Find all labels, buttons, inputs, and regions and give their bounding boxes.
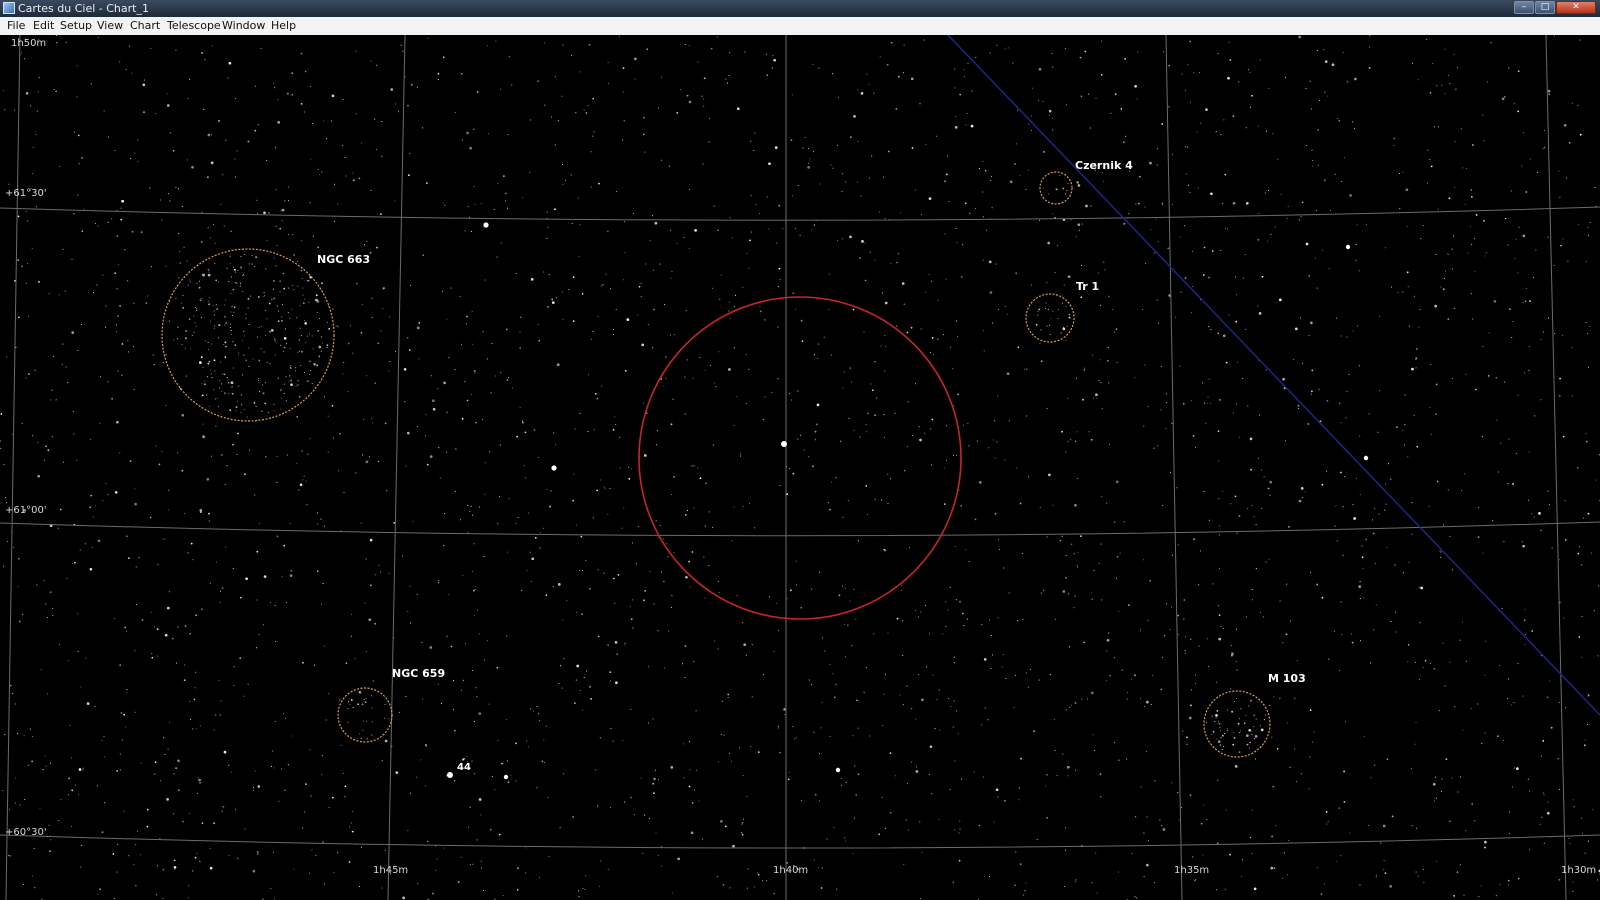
field-of-view-circle[interactable] [638, 296, 962, 620]
grid-line-dec-60-30 [0, 834, 1600, 849]
ra-label-1h30m: 1h30m [1561, 865, 1597, 876]
star-field [0, 35, 1600, 900]
menu-setup[interactable]: Setup [59, 17, 93, 35]
menu-telescope[interactable]: Telescope [166, 17, 222, 35]
bright-star[interactable] [1363, 455, 1369, 461]
dec-label-61-30: +61°30' [5, 188, 47, 199]
grid-line-dec-61-30 [0, 206, 1600, 221]
coordinate-grid [0, 35, 1600, 900]
window-title: Cartes du Ciel - Chart_1 [18, 2, 149, 15]
close-button[interactable]: ✕ [1556, 1, 1596, 14]
bright-star[interactable] [1345, 244, 1351, 250]
label-star-44[interactable]: 44 [457, 762, 471, 773]
ecliptic-line [947, 35, 1600, 716]
bright-star[interactable] [483, 222, 489, 228]
czernik4-circle[interactable] [1039, 171, 1073, 205]
app-icon [3, 2, 15, 14]
bright-star[interactable] [781, 441, 787, 447]
maximize-button[interactable]: □ [1535, 1, 1555, 14]
menu-chart[interactable]: Chart [129, 17, 161, 35]
sky-chart[interactable]: 1h50m +61°30' +61°00' +60°30' 1h45m 1h40… [0, 35, 1600, 900]
title-bar: Cartes du Ciel - Chart_1 – □ ✕ [0, 0, 1600, 17]
label-ngc663[interactable]: NGC 663 [317, 253, 370, 266]
sky-chart-canvas[interactable] [0, 35, 1600, 900]
ngc659-circle[interactable] [337, 687, 393, 743]
grid-line-ra-1h50m [5, 35, 21, 900]
dec-label-60-30: +60°30' [5, 827, 47, 838]
menu-window[interactable]: Window [221, 17, 266, 35]
label-czernik4[interactable]: Czernik 4 [1075, 159, 1133, 172]
grid-line-ra-1h30m [1545, 35, 1567, 900]
grid-line-ra-1h35m [1165, 35, 1183, 900]
ra-label-1h35m: 1h35m [1174, 865, 1210, 876]
dec-label-61-00: +61°00' [5, 505, 47, 516]
ngc663-circle[interactable] [161, 248, 335, 422]
star-44[interactable] [447, 772, 453, 778]
label-ngc659[interactable]: NGC 659 [392, 667, 445, 680]
bright-star[interactable] [551, 465, 557, 471]
label-tr1[interactable]: Tr 1 [1076, 280, 1099, 293]
menu-view[interactable]: View [96, 17, 124, 35]
minimize-button[interactable]: – [1514, 1, 1534, 14]
m103-circle[interactable] [1203, 690, 1271, 758]
menu-file[interactable]: File [6, 17, 26, 35]
ra-label-1h45m: 1h45m [373, 865, 409, 876]
grid-line-ra-1h45m [387, 35, 406, 900]
ra-label-1h50m: 1h50m [11, 38, 47, 49]
grid-line-dec-61-00 [0, 521, 1600, 537]
menu-edit[interactable]: Edit [32, 17, 55, 35]
bright-star[interactable] [503, 774, 509, 780]
ra-label-1h40m: 1h40m [773, 865, 809, 876]
label-m103[interactable]: M 103 [1268, 672, 1306, 685]
bright-star[interactable] [835, 767, 841, 773]
menu-help[interactable]: Help [270, 17, 297, 35]
menu-bar: File Edit Setup View Chart Telescope Win… [0, 17, 1600, 36]
